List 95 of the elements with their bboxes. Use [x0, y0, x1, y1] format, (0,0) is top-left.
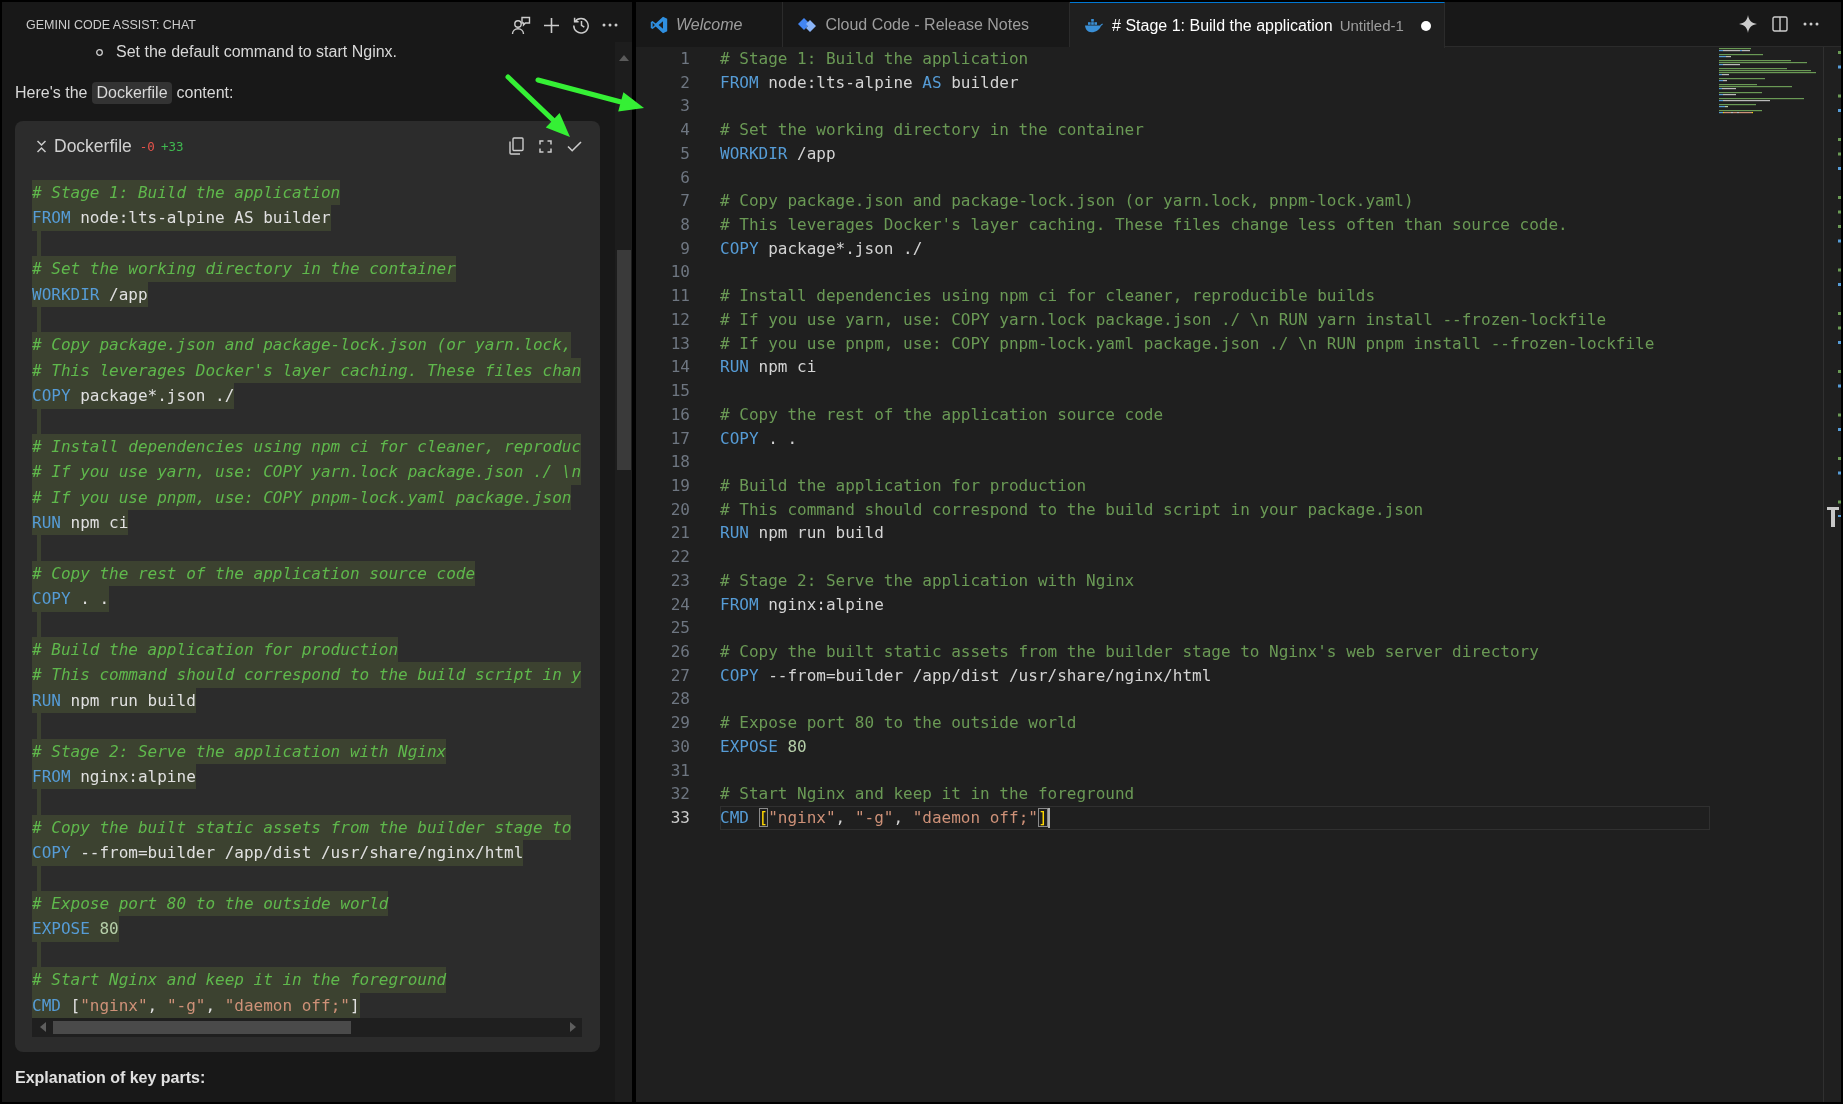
line-number: 10 — [669, 261, 690, 284]
up-arrow-icon[interactable] — [618, 55, 629, 61]
code-line: RUN npm ci — [720, 356, 817, 379]
line-number: 33 — [669, 807, 690, 829]
line-number: 26 — [669, 640, 690, 663]
line-number: 12 — [669, 308, 690, 331]
text-cursor — [1047, 807, 1050, 828]
list-item-text: Set the default command to start Nginx. — [116, 43, 398, 61]
person-speech-icon[interactable] — [511, 15, 531, 35]
added-count: +33 — [160, 138, 184, 154]
line-number: 8 — [679, 214, 690, 237]
line-number: 5 — [679, 142, 690, 165]
code-line: # Expose port 80 to the outside world — [720, 712, 1077, 735]
line-number: 16 — [669, 403, 690, 426]
line-number: 1 — [679, 48, 690, 70]
code-line: RUN npm run build — [720, 522, 884, 545]
code-line: # If you use yarn, use: COPY yarn.lock package.json ./ \n RUN yarn install --frozen-lockfile — [720, 308, 1607, 331]
line-number: 27 — [669, 664, 690, 687]
line-number: 21 — [669, 522, 690, 545]
whale-icon — [1084, 18, 1105, 33]
file-name: Dockerfile — [54, 135, 132, 157]
line-number: 25 — [669, 617, 690, 640]
bullet-icon — [96, 48, 103, 56]
line-number: 14 — [669, 356, 690, 379]
line-number: 19 — [669, 474, 690, 497]
code-line: # Install dependencies using npm ci for cleaner, reproducible builds — [720, 285, 1376, 308]
message-text: content: — [176, 84, 234, 102]
code-line: CMD ["nginx", "-g", "daemon off;"] — [720, 807, 1048, 829]
line-number: 20 — [669, 498, 690, 521]
scrollbar-thumb[interactable] — [53, 1020, 351, 1034]
diamond-icon — [797, 16, 818, 33]
text-pointer-icon — [1827, 507, 1839, 527]
left-arrow-icon[interactable] — [40, 1022, 46, 1033]
line-number: 13 — [669, 332, 690, 355]
line-number: 6 — [679, 166, 690, 189]
section-heading: Explanation of key parts: — [15, 1068, 207, 1087]
line-number: 3 — [679, 95, 690, 118]
code-line: # Set the working directory in the container — [720, 119, 1144, 142]
fullscreen-icon[interactable] — [539, 139, 552, 153]
code-line: COPY package*.json ./ — [720, 237, 923, 260]
code-line: # Stage 1: Build the application — [720, 48, 1029, 70]
line-number: 31 — [669, 759, 690, 782]
code-line: # Start Nginx and keep it in the foreground — [720, 783, 1135, 806]
message-text: Here's the — [15, 84, 88, 102]
code-line: COPY . . — [720, 427, 798, 450]
line-number: 17 — [669, 427, 690, 450]
code-line: FROM nginx:alpine — [720, 593, 884, 616]
code-line: # If you use pnpm, use: COPY pnpm-lock.yaml package.json ./ \n RUN pnpm install --frozen-lockfile — [720, 332, 1655, 355]
minimap-drawing[interactable] — [1719, 48, 1819, 114]
code-line: # This command should correspond to the build script in your package.json — [720, 498, 1424, 521]
line-number: 4 — [679, 119, 690, 142]
sparkle-icon[interactable] — [1739, 15, 1757, 33]
line-number: 18 — [669, 451, 690, 474]
line-number: 32 — [669, 783, 690, 806]
more-icon[interactable] — [602, 23, 618, 27]
panel-title: GEMINI CODE ASSIST: CHAT — [26, 18, 196, 32]
code-line: COPY --from=builder /app/dist /usr/share/nginx/html — [720, 664, 1212, 687]
line-number: 9 — [679, 237, 690, 260]
code-line: # This leverages Docker's layer caching. These files change less often than source code. — [720, 214, 1568, 237]
history-icon[interactable] — [572, 16, 590, 34]
vertical-scrollbar[interactable] — [615, 42, 632, 1102]
line-number: 24 — [669, 593, 690, 616]
line-number: 7 — [679, 190, 690, 213]
horizontal-scrollbar[interactable] — [32, 1017, 582, 1037]
collapse-icon[interactable] — [36, 139, 47, 153]
code-line: # Stage 2: Serve the application with Nginx — [720, 569, 1135, 592]
line-number: 15 — [669, 380, 690, 403]
line-number: 29 — [669, 712, 690, 735]
code-line: WORKDIR /app — [720, 142, 836, 165]
copy-icon[interactable] — [509, 137, 524, 155]
right-arrow-icon[interactable] — [570, 1022, 576, 1033]
line-number: 11 — [669, 285, 690, 308]
scrollbar-thumb[interactable] — [616, 250, 631, 470]
editor-tab[interactable]: Welcome — [636, 2, 784, 47]
split-editor-icon[interactable] — [1772, 16, 1788, 32]
line-number: 23 — [669, 569, 690, 592]
code-line: # Copy the built static assets from the builder stage to Nginx's web server directory — [720, 640, 1539, 663]
line-number: 22 — [669, 546, 690, 569]
plus-icon[interactable] — [543, 16, 560, 34]
line-number: 2 — [679, 71, 690, 94]
code-line: FROM node:lts-alpine AS builder — [720, 71, 1019, 94]
editor-tab[interactable]: # Stage 1: Build the application Untitled-1 — [1070, 2, 1445, 48]
removed-count: -0 — [139, 138, 155, 154]
code-line: # Copy package.json and package-lock.json (or yarn.lock, pnpm-lock.yaml) — [720, 190, 1414, 213]
line-number: 30 — [669, 735, 690, 758]
check-icon[interactable] — [567, 140, 582, 152]
code-line: EXPOSE 80 — [720, 735, 807, 758]
inline-code: Dockerfile — [92, 82, 172, 104]
unsaved-dot-icon[interactable] — [1420, 20, 1431, 31]
line-number: 28 — [669, 688, 690, 711]
code-line: # Copy the rest of the application source code — [720, 403, 1164, 426]
code-line: # Build the application for production — [720, 474, 1087, 497]
more-icon[interactable] — [1803, 22, 1819, 26]
editor-tab[interactable]: Cloud Code - Release Notes — [783, 2, 1071, 47]
app-logo-icon — [650, 15, 668, 34]
